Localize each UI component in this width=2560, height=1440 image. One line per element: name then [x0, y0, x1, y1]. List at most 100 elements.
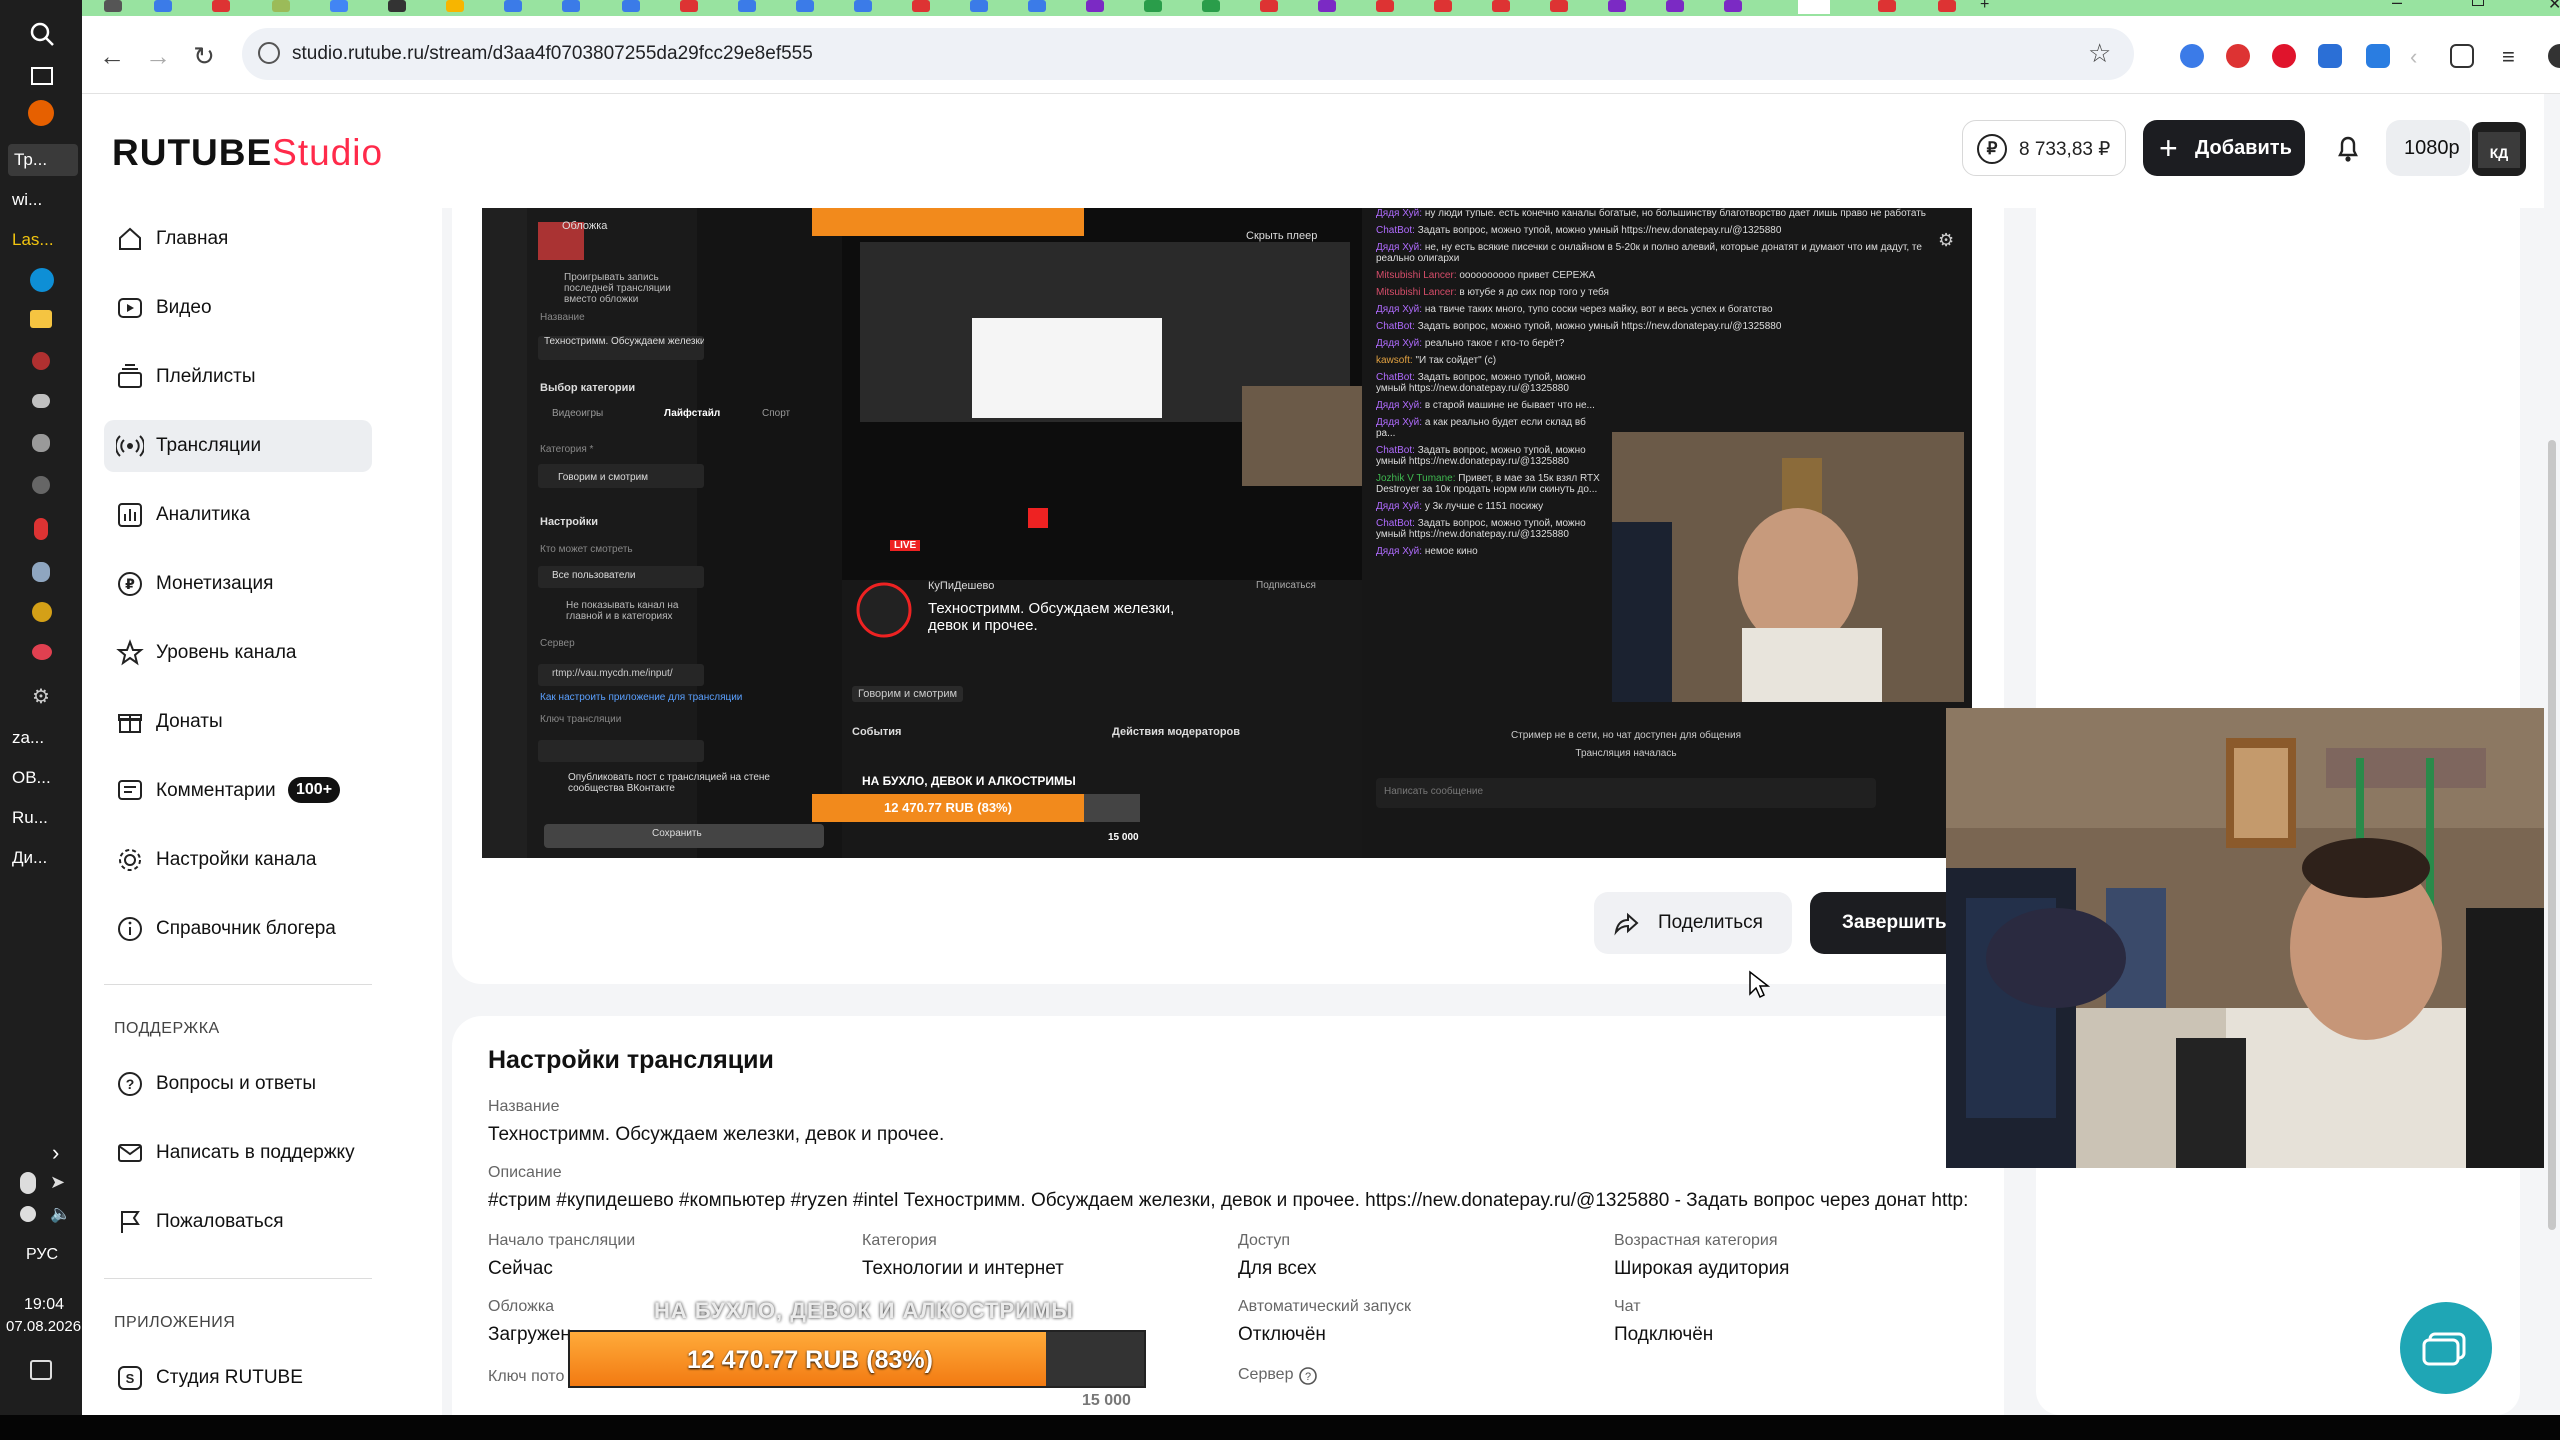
sidebar-item-blogger-guide[interactable]: Справочник блогера — [104, 903, 372, 955]
taskbar-item-5[interactable]: ОВ... — [12, 768, 51, 788]
extension-icon[interactable] — [2180, 44, 2204, 68]
gear-icon[interactable]: ⚙ — [32, 684, 52, 708]
app-icon-8[interactable] — [32, 644, 52, 660]
share-icon[interactable]: ‹ — [2410, 44, 2434, 69]
tab-favicon[interactable] — [854, 0, 872, 12]
clock-date[interactable]: 07.08.2026 — [6, 1318, 81, 1335]
scrollbar-thumb[interactable] — [2548, 440, 2556, 1230]
edge-icon[interactable] — [30, 268, 54, 292]
tab-favicon[interactable] — [912, 0, 930, 12]
tab-favicon[interactable] — [1086, 0, 1104, 12]
forward-icon[interactable]: → — [144, 42, 172, 70]
tab-favicon[interactable] — [1376, 0, 1394, 12]
reload-icon[interactable]: ↻ — [190, 42, 218, 70]
help-circle-icon[interactable]: ? — [1298, 1366, 1318, 1386]
sidebar-item-home[interactable]: Главная — [104, 213, 372, 265]
maximize-icon[interactable] — [2472, 0, 2484, 6]
task-view-icon[interactable] — [22, 56, 62, 96]
address-bar[interactable]: studio.rutube.ru/stream/d3aa4f0703807255… — [242, 28, 2134, 80]
tab-favicon[interactable] — [1202, 0, 1220, 12]
tab-favicon[interactable] — [970, 0, 988, 12]
sidebar-item-studio-app[interactable]: S Студия RUTUBE — [104, 1352, 372, 1404]
sidebar-item-comments[interactable]: Комментарии 100+ — [104, 765, 372, 817]
tab-favicon[interactable] — [154, 0, 172, 12]
tab-favicon[interactable] — [446, 0, 464, 12]
chat-input[interactable]: Написать сообщение — [1384, 786, 1483, 797]
microphone-icon[interactable] — [20, 1172, 36, 1194]
sidebar-item-faq[interactable]: ? Вопросы и ответы — [104, 1058, 372, 1110]
tab-favicon[interactable] — [388, 0, 406, 12]
tab-favicon[interactable] — [1318, 0, 1336, 12]
tab-favicon[interactable] — [330, 0, 348, 12]
rutube-studio-logo[interactable]: RUTUBEStudio — [112, 132, 383, 174]
volume-icon[interactable]: 🔈 — [50, 1204, 71, 1224]
display-icon[interactable] — [20, 1206, 36, 1222]
address-text[interactable]: studio.rutube.ru/stream/d3aa4f0703807255… — [292, 43, 813, 65]
tab-favicon[interactable] — [738, 0, 756, 12]
app-icon-5[interactable] — [34, 518, 48, 540]
sidebar-item-broadcasts[interactable]: Трансляции — [104, 420, 372, 472]
player-settings-icon[interactable]: ⚙ — [1938, 230, 1954, 251]
tab-favicon[interactable] — [1666, 0, 1684, 12]
quality-selector[interactable]: 1080p — [2386, 120, 2470, 176]
app-icon-3[interactable] — [32, 434, 50, 452]
balance-pill[interactable]: ₽ 8 733,83 ₽ — [1962, 120, 2126, 176]
app-icon-2[interactable] — [32, 394, 50, 408]
tab-favicon[interactable] — [622, 0, 640, 12]
folder-icon[interactable] — [30, 310, 52, 328]
profile-icon[interactable] — [2548, 44, 2560, 68]
tab-favicon[interactable] — [1878, 0, 1896, 12]
extension-icon[interactable] — [2272, 44, 2296, 68]
tab-favicon[interactable] — [1938, 0, 1956, 12]
tab-favicon[interactable] — [1724, 0, 1742, 12]
tab-favicon[interactable] — [272, 0, 290, 12]
bookmark-star-icon[interactable]: ☆ — [2088, 38, 2111, 69]
sidebar-item-analytics[interactable]: Аналитика — [104, 489, 372, 541]
bell-icon[interactable] — [2328, 128, 2368, 168]
tab-favicon[interactable] — [212, 0, 230, 12]
app-icon-6[interactable] — [32, 562, 50, 582]
sidebar-item-playlists[interactable]: Плейлисты — [104, 351, 372, 403]
search-icon[interactable] — [22, 14, 62, 54]
back-icon[interactable]: ← — [98, 42, 126, 70]
tab-favicon[interactable] — [1144, 0, 1162, 12]
firefox-icon[interactable] — [28, 100, 54, 126]
chevron-right-icon[interactable]: › — [52, 1140, 59, 1166]
sidebar-item-channel-settings[interactable]: Настройки канала — [104, 834, 372, 886]
extensions-puzzle-icon[interactable] — [2450, 44, 2474, 68]
extension-icon[interactable] — [2226, 44, 2250, 68]
send-icon[interactable]: ➤ — [50, 1172, 70, 1192]
taskbar-item-2[interactable]: wi... — [12, 190, 42, 210]
notification-center-icon[interactable] — [30, 1360, 52, 1380]
close-icon[interactable]: ✕ — [2548, 0, 2560, 14]
extension-icon[interactable] — [2318, 44, 2342, 68]
avatar[interactable]: КД — [2472, 122, 2526, 176]
tab-list-icon[interactable] — [104, 0, 122, 12]
add-button[interactable]: + Добавить — [2143, 120, 2305, 176]
tab-favicon[interactable] — [1492, 0, 1510, 12]
tab-favicon[interactable] — [562, 0, 580, 12]
help-chat-button[interactable] — [2400, 1302, 2492, 1394]
tab-favicon[interactable] — [1550, 0, 1568, 12]
clock-time[interactable]: 19:04 — [24, 1296, 64, 1314]
taskbar-item-1[interactable]: Тр... — [14, 150, 47, 170]
sidebar-item-monetization[interactable]: ₽ Монетизация — [104, 558, 372, 610]
sidebar-item-report[interactable]: Пожаловаться — [104, 1196, 372, 1248]
app-icon-4[interactable] — [32, 476, 50, 494]
keyboard-language[interactable]: РУС — [26, 1246, 58, 1264]
site-info-icon[interactable] — [258, 42, 280, 64]
end-stream-button[interactable]: Завершить — [1810, 892, 1960, 954]
tab-favicon[interactable] — [1434, 0, 1452, 12]
tab-favicon[interactable] — [680, 0, 698, 12]
taskbar-item-7[interactable]: Ди... — [12, 848, 47, 868]
sidebar-item-video[interactable]: Видео — [104, 282, 372, 334]
taskbar-item-3[interactable]: Las... — [12, 230, 54, 250]
taskbar-item-4[interactable]: za... — [12, 728, 44, 748]
minimize-icon[interactable]: – — [2392, 0, 2402, 13]
extension-icon[interactable] — [2366, 44, 2390, 68]
tab-favicon[interactable] — [1260, 0, 1278, 12]
app-icon-7[interactable] — [32, 602, 52, 622]
media-icon[interactable]: ≡ — [2502, 44, 2526, 69]
sidebar-item-channel-level[interactable]: Уровень канала — [104, 627, 372, 679]
taskbar-item-6[interactable]: Ru... — [12, 808, 48, 828]
